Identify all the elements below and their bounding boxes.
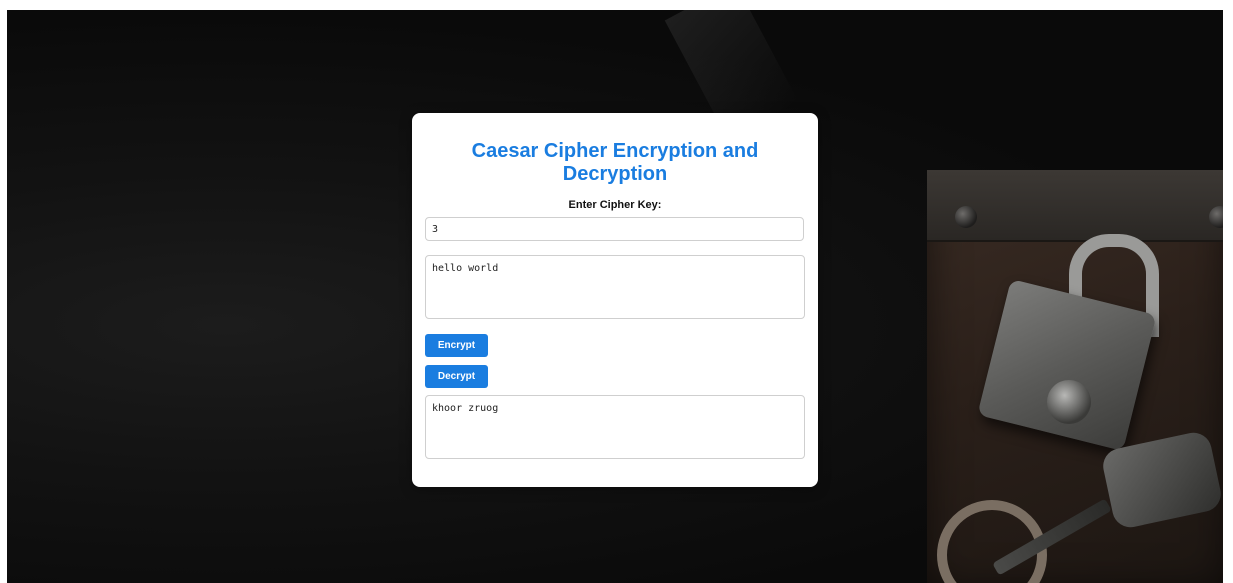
cipher-key-label: Enter Cipher Key: (568, 199, 662, 211)
background-plate-band (927, 170, 1223, 242)
background-rivet (955, 206, 977, 228)
decrypt-button[interactable]: Decrypt (425, 365, 488, 388)
page-title: Caesar Cipher Encryption and Decryption (471, 140, 759, 185)
message-input-textarea[interactable]: hello world (425, 255, 805, 319)
result-output-textarea[interactable]: khoor zruog (425, 395, 805, 459)
encrypt-button[interactable]: Encrypt (425, 334, 488, 357)
cipher-key-input[interactable] (425, 217, 804, 241)
padlock-knob-graphic (1047, 380, 1091, 424)
cipher-card: Caesar Cipher Encryption and Decryption … (412, 113, 818, 487)
